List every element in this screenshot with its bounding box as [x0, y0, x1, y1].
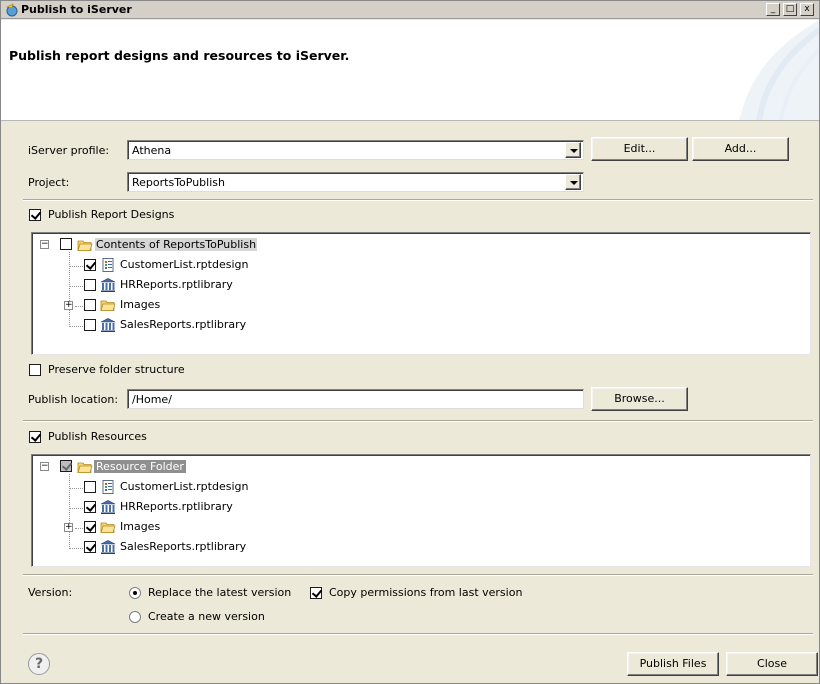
folder-open-icon — [77, 240, 93, 251]
designs-root-label: Contents of ReportsToPublish — [95, 238, 258, 251]
project-value: ReportsToPublish — [132, 176, 225, 189]
publish-dialog: Publish to iServer _ □ x Publish report … — [0, 0, 820, 684]
tree-root-row[interactable]: − Resource Folder — [32, 458, 792, 476]
close-button[interactable]: Close — [726, 652, 818, 676]
tree-row[interactable]: HRReports.rptlibrary — [32, 276, 792, 294]
publish-files-button[interactable]: Publish Files — [627, 652, 719, 676]
item-label: HRReports.rptlibrary — [120, 278, 233, 291]
maximize-button[interactable]: □ — [783, 3, 797, 16]
library-icon — [100, 318, 116, 332]
designs-tree[interactable]: − Contents of ReportsToPublish CustomerL… — [31, 232, 811, 355]
report-design-icon — [102, 258, 114, 272]
profile-value: Athena — [132, 144, 172, 157]
tree-row[interactable]: SalesReports.rptlibrary — [32, 538, 792, 556]
replace-version-label: Replace the latest version — [148, 586, 292, 599]
minimize-button[interactable]: _ — [766, 3, 780, 16]
publish-designs-label: Publish Report Designs — [48, 208, 175, 221]
preserve-folder-checkbox[interactable] — [29, 364, 41, 376]
tree-row[interactable]: CustomerList.rptdesign — [32, 256, 792, 274]
item-checkbox[interactable] — [84, 279, 96, 291]
title-bar[interactable]: Publish to iServer _ □ x — [1, 1, 819, 19]
item-checkbox[interactable] — [84, 299, 96, 311]
tree-row[interactable]: CustomerList.rptdesign — [32, 478, 792, 496]
item-label: CustomerList.rptdesign — [120, 258, 249, 271]
new-version-label: Create a new version — [148, 610, 265, 623]
folder-open-icon — [77, 462, 93, 473]
item-checkbox[interactable] — [84, 259, 96, 271]
header-decoration — [739, 20, 819, 120]
item-label: SalesReports.rptlibrary — [120, 540, 247, 553]
publish-resources-label: Publish Resources — [48, 430, 147, 443]
library-icon — [100, 500, 116, 514]
publish-designs-checkbox[interactable] — [29, 209, 41, 221]
expand-icon[interactable]: + — [64, 301, 73, 310]
library-icon — [100, 540, 116, 554]
folder-icon — [100, 300, 116, 311]
project-combo[interactable]: ReportsToPublish — [127, 172, 584, 192]
item-label: HRReports.rptlibrary — [120, 500, 233, 513]
chevron-down-icon[interactable] — [565, 142, 581, 158]
browse-button[interactable]: Browse... — [591, 387, 688, 411]
chevron-down-icon[interactable] — [565, 174, 581, 190]
publish-location-input[interactable]: /Home/ — [127, 389, 584, 409]
dialog-header: Publish report designs and resources to … — [1, 20, 819, 121]
tree-row[interactable]: + Images — [32, 518, 792, 536]
collapse-icon[interactable]: − — [40, 462, 49, 471]
item-label: SalesReports.rptlibrary — [120, 318, 247, 331]
edit-profile-button[interactable]: Edit... — [591, 137, 688, 161]
preserve-folder-label: Preserve folder structure — [48, 363, 185, 376]
window-title: Publish to iServer — [21, 3, 132, 16]
close-window-button[interactable]: x — [800, 3, 814, 16]
item-checkbox[interactable] — [84, 501, 96, 513]
library-icon — [100, 278, 116, 292]
item-label: Images — [120, 298, 161, 311]
version-label: Version: — [28, 586, 73, 599]
report-design-icon — [102, 480, 114, 494]
tree-root-row[interactable]: − Contents of ReportsToPublish — [32, 236, 792, 254]
copy-permissions-label: Copy permissions from last version — [329, 586, 523, 599]
help-icon[interactable]: ? — [28, 653, 50, 675]
item-label: Images — [120, 520, 161, 533]
header-description: Publish report designs and resources to … — [9, 48, 350, 63]
add-profile-button[interactable]: Add... — [692, 137, 789, 161]
copy-permissions-checkbox[interactable] — [310, 587, 322, 599]
profile-label: iServer profile: — [28, 144, 110, 157]
divider — [23, 633, 813, 635]
tree-row[interactable]: HRReports.rptlibrary — [32, 498, 792, 516]
project-label: Project: — [28, 176, 70, 189]
divider — [23, 199, 813, 201]
publish-location-label: Publish location: — [28, 393, 119, 406]
resources-tree[interactable]: − Resource Folder CustomerList.rptdesign — [31, 454, 811, 567]
tree-row[interactable]: SalesReports.rptlibrary — [32, 316, 792, 334]
divider — [23, 420, 813, 422]
publish-location-value: /Home/ — [132, 393, 172, 406]
tree-row[interactable]: + Images — [32, 296, 792, 314]
root-checkbox[interactable] — [60, 460, 72, 472]
resources-root-label: Resource Folder — [94, 460, 186, 473]
item-label: CustomerList.rptdesign — [120, 480, 249, 493]
profile-combo[interactable]: Athena — [127, 140, 584, 160]
item-checkbox[interactable] — [84, 319, 96, 331]
replace-version-radio[interactable] — [129, 587, 141, 599]
item-checkbox[interactable] — [84, 541, 96, 553]
collapse-icon[interactable]: − — [40, 240, 49, 249]
divider — [23, 574, 813, 576]
item-checkbox[interactable] — [84, 521, 96, 533]
expand-icon[interactable]: + — [64, 523, 73, 532]
new-version-radio[interactable] — [129, 611, 141, 623]
publish-resources-checkbox[interactable] — [29, 431, 41, 443]
iserver-icon — [6, 3, 18, 17]
item-checkbox[interactable] — [84, 481, 96, 493]
root-checkbox[interactable] — [60, 238, 72, 250]
folder-icon — [100, 522, 116, 533]
